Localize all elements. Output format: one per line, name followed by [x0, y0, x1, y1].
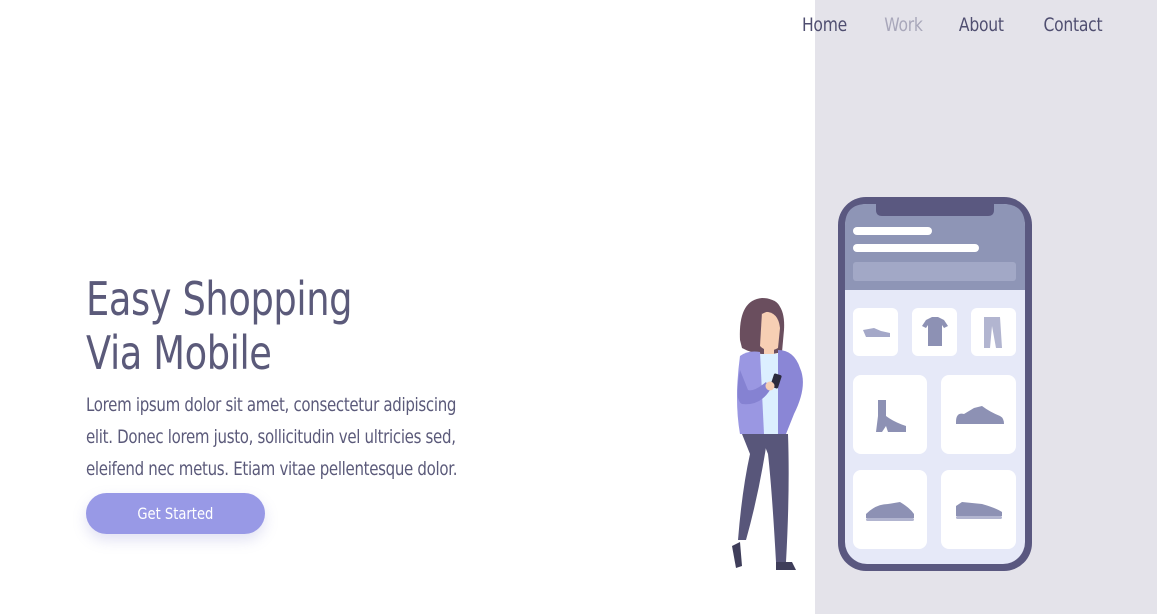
main-nav: Home Work About Contact [797, 14, 1109, 36]
nav-about[interactable]: About [959, 14, 1004, 36]
hero-title-line-2: Via Mobile [86, 326, 272, 380]
phone-mockup [838, 197, 1032, 571]
hero-title: Easy Shopping Via Mobile [86, 272, 352, 380]
woman-figure [732, 298, 803, 570]
shopping-illustration [732, 197, 1032, 571]
get-started-button[interactable]: Get Started [86, 493, 265, 534]
nav-contact[interactable]: Contact [1044, 14, 1103, 36]
hero-title-line-1: Easy Shopping [86, 272, 353, 326]
nav-work[interactable]: Work [884, 14, 923, 36]
hero-description: Lorem ipsum dolor sit amet, consectetur … [86, 389, 458, 485]
nav-home[interactable]: Home [802, 14, 847, 36]
hero-description-line-3: eleifend nec metus. Etiam vitae pellente… [86, 458, 458, 480]
hero-description-line-2: elit. Donec lorem justo, sollicitudin ve… [86, 426, 456, 448]
hero-description-line-1: Lorem ipsum dolor sit amet, consectetur … [86, 394, 457, 416]
get-started-label: Get Started [137, 504, 214, 523]
